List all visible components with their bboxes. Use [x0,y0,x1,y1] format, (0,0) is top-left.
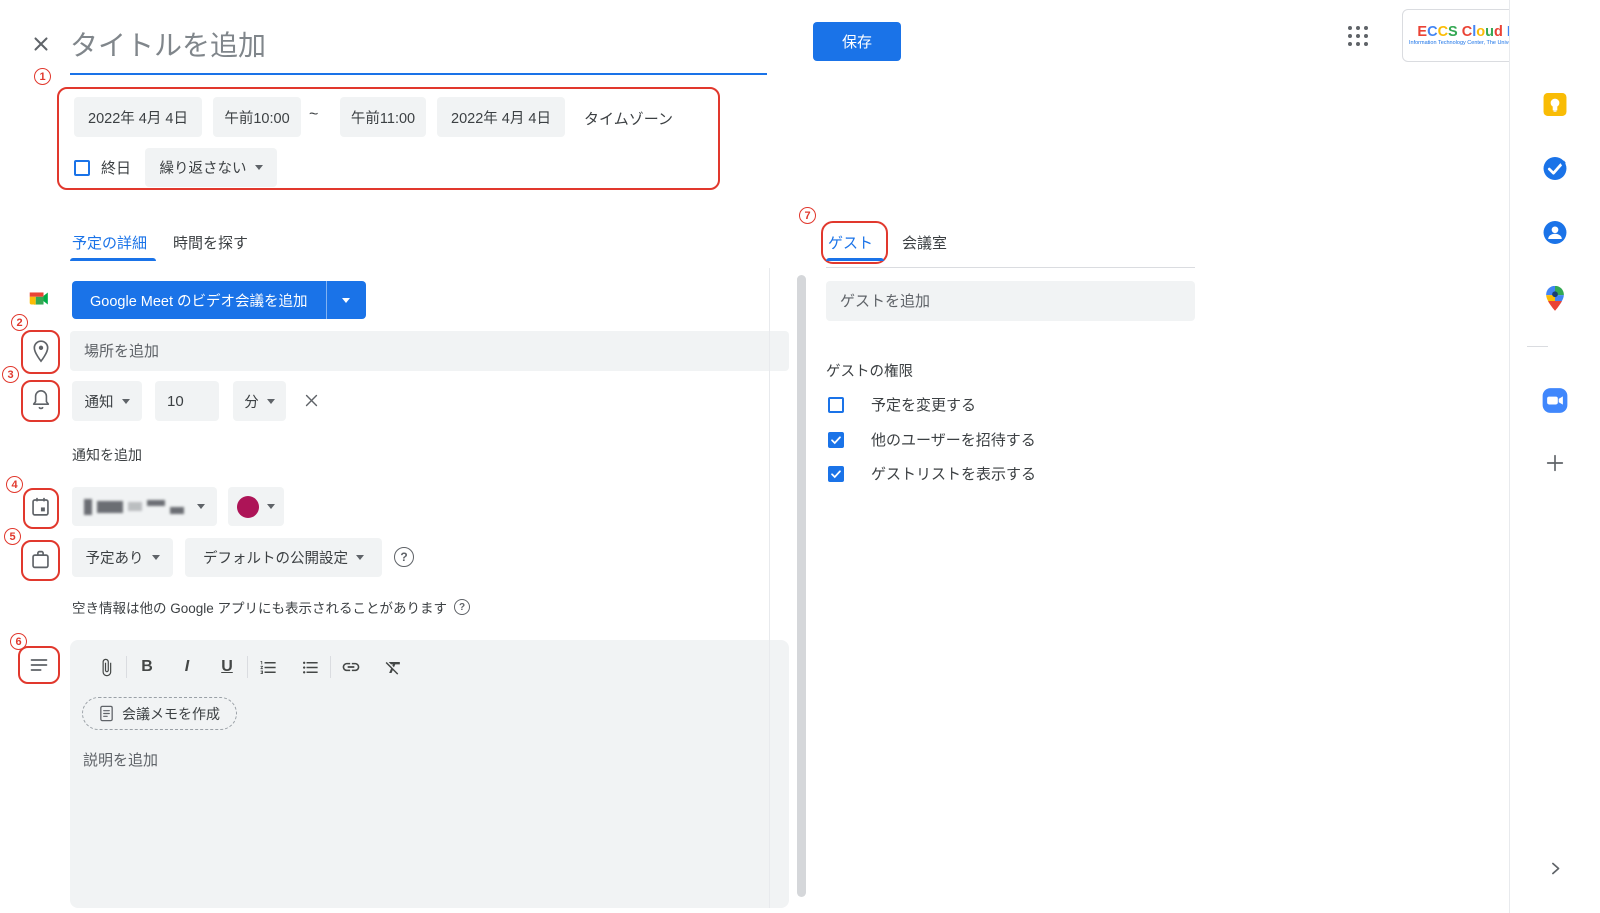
all-day-checkbox[interactable] [74,160,90,176]
notification-value-input[interactable] [155,381,219,421]
chevron-down-icon [122,399,130,404]
add-meet-button[interactable]: Google Meet のビデオ会議を追加 [72,281,366,319]
tabs-divider [826,267,1195,268]
all-day-label: 終日 [101,157,131,178]
tab-rooms[interactable]: 会議室 [902,232,947,253]
event-color-swatch [237,496,259,518]
annotation-number-7: 7 [799,207,816,224]
zoom-icon[interactable] [1542,387,1569,419]
description-subject-icon [29,656,49,679]
event-title-input[interactable] [70,18,767,73]
annotation-number-1: 1 [34,68,51,85]
permission-row: 予定を変更する [828,394,976,415]
maps-icon[interactable] [1545,285,1566,317]
remove-notification-button[interactable] [303,392,320,414]
contacts-icon[interactable] [1543,220,1568,250]
start-date-button[interactable]: 2022年 4月 4日 [74,97,202,137]
numbered-list-icon[interactable] [254,653,282,681]
tab-guests[interactable]: ゲスト [828,232,873,253]
sidebar-divider [1527,346,1548,347]
time-range-separator: ~ [309,106,318,124]
panel-divider [769,268,770,908]
expand-sidebar-icon[interactable] [1547,860,1564,882]
chevron-down-icon [152,555,160,560]
meet-options-dropdown[interactable] [326,281,366,319]
close-icon [30,33,52,55]
notification-bell-icon [31,388,51,417]
start-time-button[interactable]: 午前10:00 [213,97,301,137]
visibility-dropdown[interactable]: デフォルトの公開設定 [185,538,382,577]
event-color-dropdown[interactable] [228,487,284,526]
guests-tab-underline [826,258,884,261]
calendar-icon [30,495,51,524]
visibility-help-icon[interactable]: ? [394,547,414,567]
scrollbar[interactable] [797,275,806,897]
permission-row: ゲストリストを表示する [828,463,1036,484]
location-pin-icon [31,339,51,370]
timezone-button[interactable]: タイムゾーン [584,108,673,129]
bulleted-list-icon[interactable] [296,653,324,681]
chevron-down-icon [342,298,350,303]
chevron-down-icon [356,555,364,560]
tab-event-details[interactable]: 予定の詳細 [72,232,147,253]
redacted-calendar-name [84,499,184,515]
annotation-number-2: 2 [11,314,28,331]
get-addons-icon[interactable] [1544,452,1566,479]
description-area[interactable]: B I U 会議メモを作成 説 [70,640,789,908]
availability-help-icon[interactable]: ? [454,599,470,615]
notification-type-dropdown[interactable]: 通知 [72,381,142,421]
end-time-button[interactable]: 午前11:00 [340,97,426,137]
attach-file-icon[interactable] [92,653,120,681]
annotation-number-5: 5 [4,528,21,545]
permission-row: 他のユーザーを招待する [828,429,1036,450]
google-apps-grid-icon[interactable] [1347,25,1369,47]
underline-icon[interactable]: U [213,653,241,681]
italic-icon[interactable]: I [173,653,201,681]
see-guest-list-checkbox[interactable] [828,466,844,482]
calendar-select-dropdown[interactable] [72,487,217,526]
tasks-icon[interactable] [1543,156,1568,186]
close-button[interactable] [30,33,52,55]
close-icon [303,392,320,409]
location-input[interactable] [70,331,789,371]
annotation-number-6: 6 [10,633,27,650]
busy-status-dropdown[interactable]: 予定あり [72,538,173,577]
save-button[interactable]: 保存 [813,22,901,61]
chevron-down-icon [267,399,275,404]
recurrence-dropdown[interactable]: 繰り返さない [145,148,277,187]
annotation-number-4: 4 [6,476,23,493]
end-date-button[interactable]: 2022年 4月 4日 [437,97,565,137]
description-toolbar: B I U [92,651,789,683]
apps-sidebar [1509,0,1600,913]
guest-permissions-title: ゲストの権限 [826,360,913,381]
briefcase-icon [30,548,51,576]
bold-icon[interactable]: B [133,653,161,681]
chevron-down-icon [197,504,205,509]
insert-link-icon[interactable] [337,653,365,681]
tab-underline [70,258,156,261]
event-editor-page: 保存 ECCS Cloud Mail Information Technolog… [0,0,1600,913]
create-meeting-notes-button[interactable]: 会議メモを作成 [82,697,237,730]
availability-note: 空き情報は他の Google アプリにも表示されることがあります [72,597,447,617]
chevron-down-icon [255,165,263,170]
chevron-down-icon [267,504,275,509]
google-meet-icon [28,288,53,314]
add-notification-button[interactable]: 通知を追加 [72,445,142,465]
invite-others-checkbox[interactable] [828,432,844,448]
description-placeholder[interactable]: 説明を追加 [83,749,789,770]
tab-find-time[interactable]: 時間を探す [173,232,248,253]
notification-unit-dropdown[interactable]: 分 [233,381,286,421]
document-icon [99,705,114,722]
remove-formatting-icon[interactable] [379,653,407,681]
annotation-number-3: 3 [2,366,19,383]
keep-icon[interactable] [1543,92,1568,122]
add-guests-input[interactable] [826,281,1195,321]
modify-event-checkbox[interactable] [828,397,844,413]
